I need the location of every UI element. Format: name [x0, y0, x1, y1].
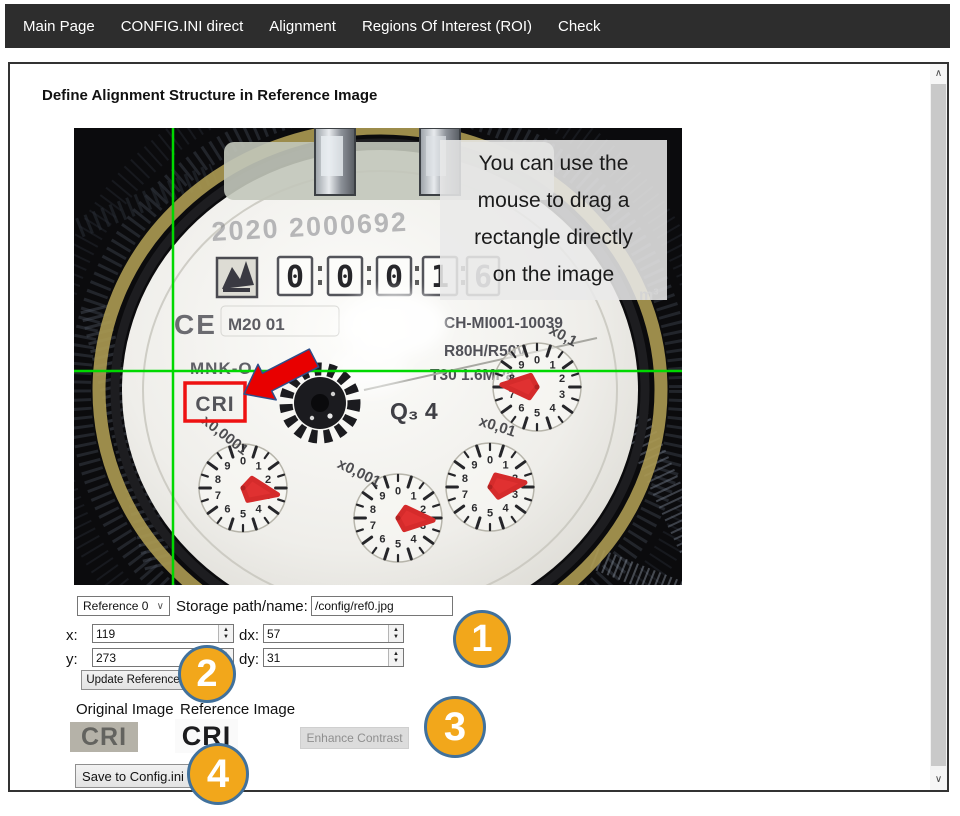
- svg-text:1: 1: [502, 460, 508, 472]
- counter-digit: 0: [286, 260, 304, 295]
- dx-value-field[interactable]: [263, 624, 404, 643]
- save-to-config-button[interactable]: Save to Config.ini: [75, 764, 191, 788]
- svg-text:7: 7: [215, 490, 221, 502]
- step-badge-3: 3: [424, 696, 486, 758]
- svg-text:9: 9: [471, 460, 477, 472]
- update-reference-button[interactable]: Update Reference: [81, 670, 185, 690]
- svg-text:9: 9: [224, 461, 230, 473]
- svg-text:8: 8: [462, 473, 468, 485]
- drag-hint-overlay: You can use the mouse to drag a rectangl…: [440, 140, 667, 300]
- svg-text:5: 5: [395, 538, 401, 550]
- ce-mark: CE: [174, 309, 217, 340]
- x-value-field[interactable]: [92, 624, 234, 643]
- dy-label: dy:: [239, 651, 259, 668]
- scroll-down-icon[interactable]: ∨: [930, 770, 947, 790]
- svg-text:6: 6: [379, 533, 385, 545]
- scrollbar[interactable]: ∧ ∨: [930, 64, 947, 790]
- dx-spinner[interactable]: ▲▼: [388, 625, 403, 642]
- step-badge-2: 2: [178, 645, 236, 703]
- dial-x0-01: 0123456789: [446, 443, 534, 531]
- svg-text:0: 0: [395, 486, 401, 498]
- reference-image-canvas[interactable]: 2020 2000692 0 0 0 1 6: [74, 128, 682, 585]
- page-title: Define Alignment Structure in Reference …: [42, 87, 377, 104]
- dy-input[interactable]: ▲▼: [263, 648, 404, 667]
- nav-alignment[interactable]: Alignment: [256, 18, 349, 35]
- nav-check[interactable]: Check: [545, 18, 614, 35]
- svg-text:1: 1: [255, 461, 261, 473]
- dial-x0-0001: 0123456789: [199, 444, 287, 532]
- brand-label: MNK-O: [190, 359, 253, 378]
- svg-text:3: 3: [559, 389, 565, 401]
- dy-spinner[interactable]: ▲▼: [388, 649, 403, 666]
- x-label: x:: [66, 627, 78, 644]
- x-spinner[interactable]: ▲▼: [218, 625, 233, 642]
- svg-text:6: 6: [518, 402, 524, 414]
- top-nav: Main Page CONFIG.INI direct Alignment Re…: [5, 4, 950, 48]
- nav-main-page[interactable]: Main Page: [10, 18, 108, 35]
- svg-text:6: 6: [224, 503, 230, 515]
- svg-text:7: 7: [370, 520, 376, 532]
- svg-text:1: 1: [410, 491, 416, 503]
- nav-roi[interactable]: Regions Of Interest (ROI): [349, 18, 545, 35]
- hint-line: rectangle directly: [440, 219, 667, 256]
- hint-line: mouse to drag a: [440, 182, 667, 219]
- counter-digit: 0: [385, 260, 403, 295]
- dx-input[interactable]: ▲▼: [263, 624, 404, 643]
- scrollbar-thumb[interactable]: [931, 84, 946, 766]
- svg-text:0: 0: [534, 355, 540, 367]
- enhance-contrast-button[interactable]: Enhance Contrast: [300, 727, 409, 749]
- hint-line: on the image: [440, 256, 667, 293]
- dy-value-field[interactable]: [263, 648, 404, 667]
- reference-select[interactable]: Reference 0 ∨: [77, 596, 170, 616]
- svg-text:4: 4: [549, 402, 556, 414]
- step-badge-4: 4: [187, 743, 249, 805]
- step-badge-1: 1: [453, 610, 511, 668]
- original-image-label: Original Image: [76, 701, 174, 718]
- svg-text:5: 5: [534, 407, 540, 419]
- chevron-down-icon: ∨: [157, 601, 164, 612]
- svg-text:4: 4: [410, 533, 417, 545]
- svg-text:4: 4: [255, 503, 262, 515]
- approval-mark: M20 01: [228, 315, 285, 334]
- scroll-up-icon[interactable]: ∧: [930, 64, 947, 84]
- storage-path-label: Storage path/name:: [176, 598, 308, 615]
- dx-label: dx:: [239, 627, 259, 644]
- nav-config-ini[interactable]: CONFIG.INI direct: [108, 18, 257, 35]
- dial-x0-1: 0123456789: [493, 343, 581, 431]
- svg-text:5: 5: [240, 508, 246, 520]
- type-line1: CH-MI001-10039: [444, 315, 563, 332]
- svg-text:8: 8: [370, 504, 376, 516]
- svg-text:2: 2: [559, 373, 565, 385]
- cri-text: CRI: [195, 393, 234, 416]
- reference-select-value: Reference 0: [83, 599, 148, 613]
- reference-image-label: Reference Image: [180, 701, 295, 718]
- storage-path-input[interactable]: [311, 596, 453, 616]
- dial-x0-001: 0123456789: [354, 474, 442, 562]
- svg-text:7: 7: [462, 489, 468, 501]
- svg-text:6: 6: [471, 502, 477, 514]
- svg-text:9: 9: [379, 491, 385, 503]
- original-image-thumbnail: CRI: [70, 722, 138, 752]
- hint-line: You can use the: [440, 145, 667, 182]
- y-label: y:: [66, 651, 78, 668]
- svg-text:4: 4: [502, 502, 509, 514]
- counter-digit: 0: [336, 260, 354, 295]
- x-input[interactable]: ▲▼: [92, 624, 234, 643]
- svg-text:8: 8: [215, 474, 221, 486]
- svg-text:0: 0: [487, 455, 493, 467]
- svg-text:5: 5: [487, 507, 493, 519]
- flow-label: Q₃ 4: [390, 398, 438, 424]
- svg-text:2: 2: [265, 474, 271, 486]
